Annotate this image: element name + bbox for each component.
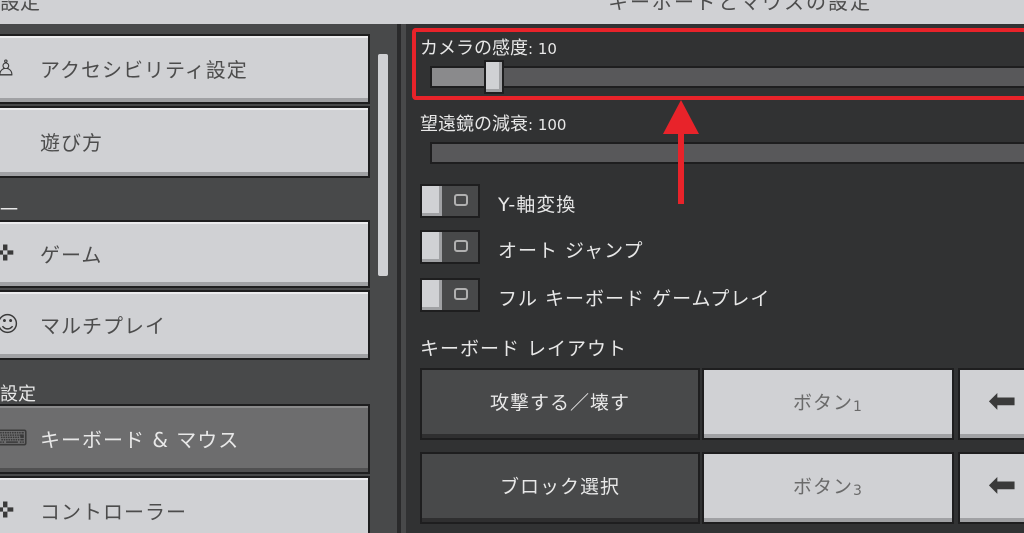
sidebar-item-label: アクセシビリティ設定 [40,57,248,82]
toggle-full-keyboard-gameplay[interactable] [420,278,480,312]
slider-fill [432,68,484,86]
slider-knob[interactable] [484,60,504,94]
toggle-label-full-keyboard-gameplay: フル キーボード ゲームプレイ [498,288,771,310]
toggle-auto-jump[interactable] [420,230,480,264]
header-left-title: 設定 [0,0,40,14]
binding-key-label: ボタン [793,476,854,498]
camera-sensitivity-slider[interactable] [430,60,1024,94]
keyboard-layout-heading: キーボード レイアウト [420,338,628,360]
section-label-general: 一 [0,200,18,221]
toggle-knob [422,280,442,310]
annotation-arrow-line [678,128,684,204]
toggle-knob [422,186,442,216]
sidebar-scrollbar[interactable] [378,54,390,284]
reset-arrow-icon: ⬅ [988,465,1018,505]
spyglass-damping-label: 望遠鏡の減衰: 100 [420,114,567,135]
reset-binding-pick-block-button[interactable]: ⬅ [958,452,1024,524]
toggle-off-icon [454,288,468,300]
sidebar-item-controller[interactable]: ✜ コントローラー [0,476,370,533]
camera-sensitivity-title: カメラの感度 [420,38,528,59]
header-center-title: キーボードとマウスの設定 [608,0,872,14]
sidebar-item-label: コントローラー [40,499,187,524]
binding-action-attack[interactable]: 攻撃する／壊す [420,368,700,440]
players-icon: ☺ [0,312,19,338]
toggle-invert-y-axis[interactable] [420,184,480,218]
binding-key-pick-block[interactable]: ボタン3 [702,452,954,524]
sidebar-item-label: マルチプレイ [40,313,166,338]
sidebar-item-multiplayer[interactable]: ☺ マルチプレイ [0,290,370,360]
slider-fill [432,144,1024,162]
sidebar-item-keyboard-mouse[interactable]: ⌨ キーボード & マウス [0,404,370,474]
camera-sensitivity-label: カメラの感度: 10 [420,38,557,59]
toggle-off-icon [454,194,468,206]
settings-panel: カメラの感度: 10 望遠鏡の減衰: 100 Y-軸変換 オート ジャンプ フル… [406,24,1024,533]
accessibility-icon: ♙ [0,56,16,82]
binding-key-number: 1 [853,399,863,415]
reset-arrow-icon: ⬅ [988,381,1018,421]
controller-icon: ✜ [0,241,15,267]
binding-action-pick-block[interactable]: ブロック選択 [420,452,700,524]
reset-binding-attack-button[interactable]: ⬅ [958,368,1024,440]
toggle-label-invert-y-axis: Y-軸変換 [498,194,577,216]
toggle-off-icon [454,240,468,252]
sidebar-item-game[interactable]: ✜ ゲーム [0,220,370,288]
sidebar-item-accessibility[interactable]: ♙ アクセシビリティ設定 [0,34,370,104]
sidebar-item-label: キーボード & マウス [40,427,240,452]
sidebar-item-label: 遊び方 [40,130,103,155]
camera-sensitivity-value: 10 [537,40,557,58]
window-header: 設定 キーボードとマウスの設定 [0,0,1024,24]
toggle-knob [422,232,442,262]
spyglass-damping-value: 100 [537,116,567,134]
spyglass-damping-slider[interactable] [430,142,1024,164]
keyboard-mouse-icon: ⌨ [0,426,28,452]
binding-key-number: 3 [853,483,863,499]
sidebar-item-label: ゲーム [40,242,103,267]
section-label-settings: 設定 [0,384,36,405]
binding-key-attack[interactable]: ボタン1 [702,368,954,440]
binding-key-label: ボタン [793,392,854,414]
controller-icon: ✜ [0,498,15,524]
sidebar-scroll-thumb[interactable] [378,54,388,276]
toggle-label-auto-jump: オート ジャンプ [498,240,644,262]
sidebar: ♙ アクセシビリティ設定 遊び方 一 ✜ ゲーム ☺ マルチプレイ 設定 ⌨ キ… [0,24,401,533]
panel-divider [397,24,401,533]
spyglass-damping-title: 望遠鏡の減衰 [420,114,528,135]
sidebar-item-how-to-play[interactable]: 遊び方 [0,106,370,178]
